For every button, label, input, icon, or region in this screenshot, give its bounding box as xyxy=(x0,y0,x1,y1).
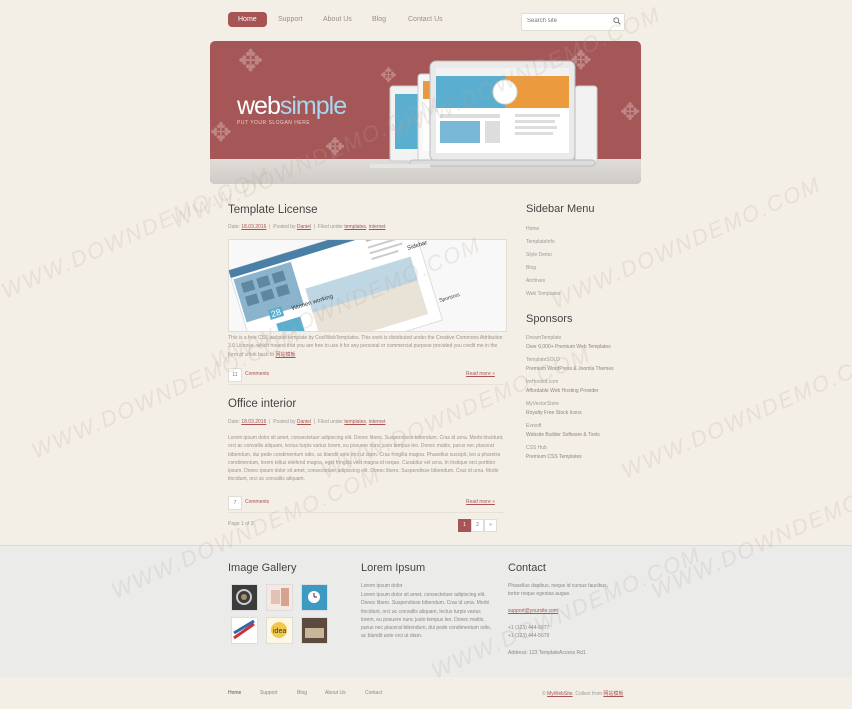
contact-fax: +1 (123) 444-5679 xyxy=(508,633,550,639)
sponsor-link[interactable]: ImHosted.com xyxy=(526,379,558,385)
comments-count[interactable]: 11 xyxy=(228,368,242,382)
comments-link[interactable]: Comments xyxy=(245,371,269,377)
nav-support[interactable]: Support xyxy=(278,12,303,27)
divider xyxy=(228,384,504,385)
header-banner: ✥ ✥ ✥ ✥ ✥ ✥ websimple PUT YOUR SLOGAN HE… xyxy=(210,41,641,184)
search-icon[interactable] xyxy=(613,17,621,25)
post-author-link[interactable]: Daniel xyxy=(297,224,311,230)
lorem-title: Lorem Ipsum xyxy=(361,562,426,574)
sponsor-link[interactable]: CSS Hub xyxy=(526,445,547,451)
next-page-button[interactable]: » xyxy=(484,519,497,532)
post-meta: Date: 18.03.2016 | Posted by Daniel | Fi… xyxy=(228,224,386,230)
footer: Image Gallery idea Lorem Ipsum Lorem ips… xyxy=(0,545,852,677)
sidebar-item-archives[interactable]: Archives xyxy=(526,278,545,284)
sidebar-item-home[interactable]: Home xyxy=(526,226,539,232)
sponsor-desc: Affordable Web Hosting Provider xyxy=(526,388,599,394)
sponsor-desc: Premium WordPress & Joomla Themes xyxy=(526,366,614,372)
contact-email[interactable]: support@yoursite.com xyxy=(508,607,558,615)
post-tag-link[interactable]: internet xyxy=(369,419,386,425)
puzzle-icon: ✥ xyxy=(325,134,346,161)
puzzle-icon: ✥ xyxy=(210,117,232,147)
post-credit-link[interactable]: 网站模板 xyxy=(276,352,296,358)
sidebar-item-style-demo[interactable]: Style Demo xyxy=(526,252,552,258)
post-title[interactable]: Office interior xyxy=(228,398,296,410)
footer-nav-about-us[interactable]: About Us xyxy=(325,690,346,696)
contact-title: Contact xyxy=(508,562,546,574)
post-tag-link[interactable]: templates xyxy=(344,419,366,425)
page-1-button[interactable]: 1 xyxy=(458,519,471,532)
contact-address: Address: 123 TemplateAccess Rd1 xyxy=(508,650,586,656)
post-date-link[interactable]: 18.03.2016 xyxy=(241,419,266,425)
read-more-link[interactable]: Read more » xyxy=(466,371,495,377)
sidebar-item-templateinfo[interactable]: TemplateInfo xyxy=(526,239,555,245)
gallery-thumb[interactable] xyxy=(301,617,328,644)
gallery-thumb[interactable] xyxy=(231,584,258,611)
post-meta: Date: 18.03.2016 | Posted by Daniel | Fi… xyxy=(228,419,386,425)
sponsor-desc: Website Builder Software & Tools xyxy=(526,432,600,438)
footer-nav-blog[interactable]: Blog xyxy=(297,690,307,696)
footer-nav-contact[interactable]: Contact xyxy=(365,690,382,696)
gallery-thumb[interactable] xyxy=(231,617,258,644)
post-image[interactable]: Women working 28 Sidebar Sponsors xyxy=(228,239,507,332)
comments-count[interactable]: 7 xyxy=(228,496,242,510)
post-text: Lorem ipsum dolor sit amet, consectetuer… xyxy=(228,435,504,483)
copyright: © MyWebSite. Collect from 网站模板 xyxy=(542,691,624,697)
search-box xyxy=(521,13,625,31)
gallery-thumb[interactable] xyxy=(301,584,328,611)
copyright-site-link[interactable]: MyWebSite xyxy=(547,691,572,697)
sponsor-desc: Over 6,000+ Premium Web Templates xyxy=(526,344,611,350)
watermark: WWW.DOWNDEMO.COM xyxy=(547,171,825,314)
page-info: Page 1 of 3 xyxy=(228,521,254,527)
search-input[interactable] xyxy=(525,17,611,25)
post-author-link[interactable]: Daniel xyxy=(297,419,311,425)
post-title[interactable]: Template License xyxy=(228,204,318,216)
sponsor-desc: Premium CSS Templates xyxy=(526,454,582,460)
device-mockup-image xyxy=(370,60,598,168)
site-slogan: PUT YOUR SLOGAN HERE xyxy=(237,120,311,126)
gallery-thumb[interactable] xyxy=(266,584,293,611)
page-2-button[interactable]: 2 xyxy=(471,519,484,532)
post-tag-link[interactable]: templates xyxy=(344,224,366,230)
post-tag-link[interactable]: internet xyxy=(369,224,386,230)
footer-nav-home[interactable]: Home xyxy=(228,690,241,696)
gallery-thumb[interactable]: idea xyxy=(266,617,293,644)
nav-about-us[interactable]: About Us xyxy=(323,12,352,27)
sponsor-link[interactable]: DreamTemplate xyxy=(526,335,561,341)
svg-text:idea: idea xyxy=(273,628,286,635)
post-date-link[interactable]: 18.03.2016 xyxy=(241,224,266,230)
read-more-link[interactable]: Read more » xyxy=(466,499,495,505)
sidebar-menu-title: Sidebar Menu xyxy=(526,203,595,215)
nav-blog[interactable]: Blog xyxy=(372,12,386,27)
puzzle-icon: ✥ xyxy=(620,99,641,126)
sponsors-title: Sponsors xyxy=(526,313,573,325)
lorem-text: Lorem ipsum dolor sit amet, consectetuer… xyxy=(361,592,492,640)
lorem-subtitle: Lorem ipsum dolor xyxy=(361,583,403,589)
puzzle-icon: ✥ xyxy=(238,45,264,78)
divider xyxy=(228,512,504,513)
sponsor-link[interactable]: MyVectorStore xyxy=(526,401,559,407)
watermark: WWW.DOWNDEMO.COM xyxy=(617,341,852,484)
footer-nav-support[interactable]: Support xyxy=(260,690,278,696)
gallery-title: Image Gallery xyxy=(228,562,297,574)
sponsor-link[interactable]: TemplateSOLD xyxy=(526,357,560,363)
copyright-credit-link[interactable]: 网站模板 xyxy=(603,691,623,697)
nav-contact-us[interactable]: Contact Us xyxy=(408,12,443,27)
sidebar-item-web-templates[interactable]: Web Templates xyxy=(526,291,560,297)
sidebar-item-blog[interactable]: Blog xyxy=(526,265,536,271)
site-logo[interactable]: websimple xyxy=(237,92,347,121)
comments-link[interactable]: Comments xyxy=(245,499,269,505)
post-text: This is a free CSS website template by C… xyxy=(228,335,503,358)
sponsor-link[interactable]: Evrsoft xyxy=(526,423,542,429)
nav-home[interactable]: Home xyxy=(228,12,267,27)
sponsor-desc: Royalty Free Stock Icons xyxy=(526,410,582,416)
contact-text: Phasellus dapibus, neque id cursus fauci… xyxy=(508,583,609,598)
